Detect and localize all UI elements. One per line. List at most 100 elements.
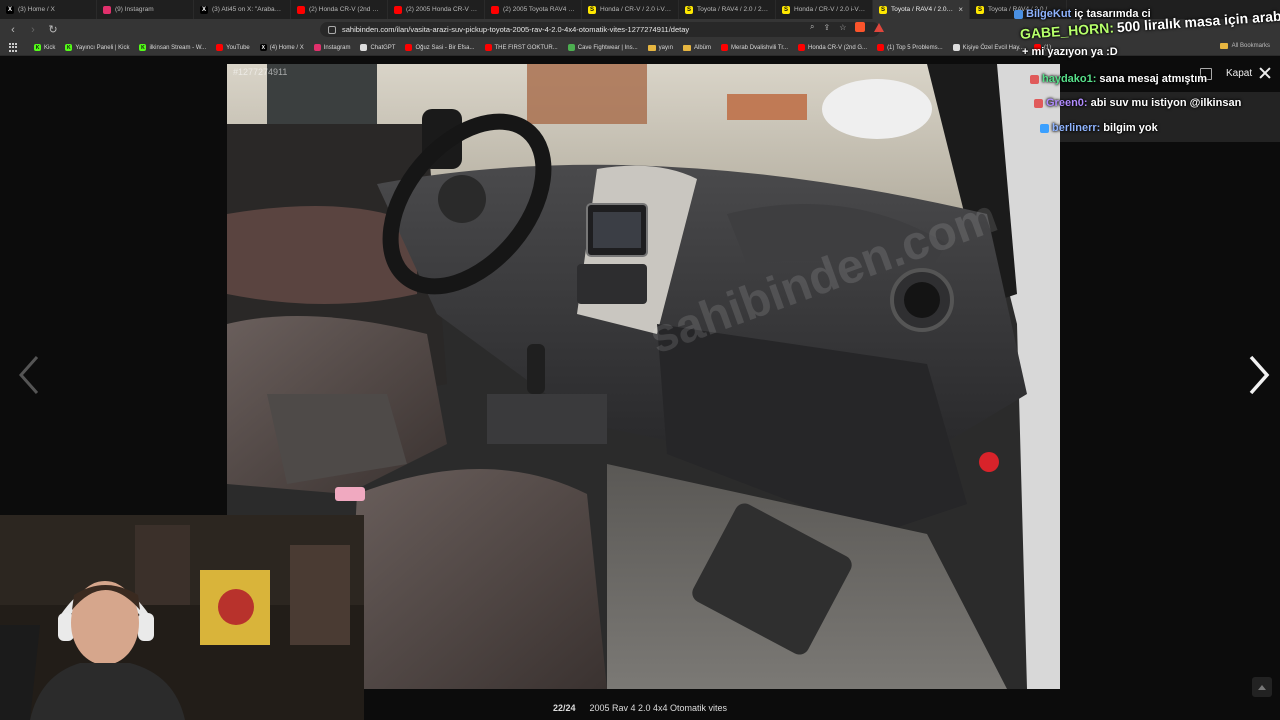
bookmark-favicon-icon — [567, 44, 575, 51]
bookmark-label: yayın — [658, 44, 673, 51]
bookmark-label: Cave Fightwear | Ins... — [577, 44, 638, 51]
tab-title: (9) Instagram — [115, 6, 154, 13]
listing-id: #1277274911 — [233, 67, 288, 77]
bookmark-item[interactable]: Merab Dvalishvili Tr... — [716, 44, 793, 51]
url-text: sahibinden.com/ilan/vasita-arazi-suv-pic… — [342, 25, 690, 34]
browser-tab[interactable]: (2) 2005 Toyota RAV4 II 2.0 — [485, 0, 582, 19]
bookmark-label: YouTube — [226, 44, 250, 51]
tab-close-icon[interactable]: × — [958, 5, 963, 14]
bookmark-favicon-icon — [405, 44, 413, 51]
youtube-icon — [297, 5, 305, 14]
sahibinden-icon: S — [782, 5, 790, 14]
bookmark-star-icon[interactable]: ☆ — [839, 23, 846, 32]
sahibinden-icon: S — [588, 5, 596, 14]
browser-tab[interactable]: (9) Instagram — [97, 0, 194, 19]
scroll-top-button[interactable] — [1252, 677, 1272, 697]
browser-tab[interactable]: X (3) Ati45 on X: "Arabanın al — [194, 0, 291, 19]
browser-tab[interactable]: S Honda / CR-V / 2.0 i-VTEC — [776, 0, 873, 19]
bookmark-item[interactable]: K Yayıncı Paneli | Kick — [60, 44, 134, 51]
bookmark-favicon-icon — [1033, 44, 1041, 51]
bookmark-favicon-icon — [721, 44, 729, 51]
bookmark-favicon-icon — [216, 44, 224, 51]
caret-up-icon — [1258, 684, 1266, 690]
bookmark-item[interactable]: K Kick — [29, 44, 60, 51]
bookmark-item[interactable]: Honda CR-V (2nd G... — [793, 44, 872, 51]
tab-title: Honda / CR-V / 2.0 i-VTEC — [600, 6, 672, 13]
bookmark-favicon-icon: K — [65, 44, 73, 51]
bookmark-favicon-icon: X — [259, 44, 267, 51]
bookmark-item[interactable]: Kişiye Özel Evcil Hay... — [948, 44, 1029, 51]
previous-image-button[interactable] — [14, 353, 44, 397]
brave-rewards-icon[interactable] — [874, 22, 885, 32]
apps-grid-icon[interactable] — [9, 42, 19, 53]
bookmark-favicon-icon: K — [139, 44, 147, 51]
browser-tab[interactable]: S Toyota / RAV4 / 2.0 / 2 × — [873, 0, 970, 19]
bookmark-label: (1) — [1043, 44, 1052, 51]
folder-icon — [683, 44, 691, 51]
sahibinden-icon: S — [976, 5, 984, 14]
streamer-webcam — [0, 515, 364, 720]
instagram-icon — [103, 5, 111, 14]
bookmark-item[interactable]: YouTube — [211, 44, 255, 51]
reload-button[interactable]: ↻ — [46, 23, 60, 37]
bookmark-item[interactable]: Albüm — [678, 44, 716, 51]
chevron-right-icon — [1249, 355, 1270, 395]
bookmark-label: Yayıncı Paneli | Kick — [75, 44, 130, 51]
tab-strip: X (3) Home / X (9) Instagram X (3) Ati45 on … — [0, 0, 1280, 19]
bookmark-label: (4) Home / X — [269, 44, 304, 51]
back-button[interactable]: ‹ — [6, 23, 20, 37]
fullscreen-icon[interactable] — [1200, 68, 1212, 80]
tab-title: (3) Ati45 on X: "Arabanın al — [212, 6, 284, 13]
bookmark-label: Kişiye Özel Evcil Hay... — [962, 44, 1024, 51]
bookmark-label: Oğuz Sasi - Bir Efsa... — [415, 44, 475, 51]
bookmark-item[interactable]: yayın — [643, 44, 678, 51]
browser-tab[interactable]: (2) Honda CR-V (2nd Gen) — [291, 0, 388, 19]
bookmark-item[interactable]: Instagram — [309, 44, 356, 51]
browser-tab[interactable]: S Honda / CR-V / 2.0 i-VTEC — [582, 0, 679, 19]
brave-shield-icon[interactable] — [855, 22, 866, 32]
bookmark-item[interactable]: Cave Fightwear | Ins... — [563, 44, 643, 51]
youtube-icon — [491, 5, 499, 14]
browser-tab[interactable]: S Toyota / RAV4 / 2.0 / 2004 — [679, 0, 776, 19]
bookmark-item[interactable]: Oğuz Sasi - Bir Efsa... — [400, 44, 479, 51]
bookmark-item[interactable]: (1) Top 5 Problems... — [872, 44, 948, 51]
chevron-left-icon — [18, 356, 39, 394]
bookmark-favicon-icon — [877, 44, 885, 51]
browser-tab[interactable]: S Toyota / RAV4 / 2.0 / — [970, 0, 1067, 19]
all-bookmarks-button[interactable]: All Bookmarks — [1219, 43, 1270, 49]
bookmark-favicon-icon — [360, 44, 368, 51]
tab-title: Toyota / RAV4 / 2.0 / 2004 — [697, 6, 769, 13]
bookmark-item[interactable]: Kilkinsan Stream - W... — [134, 44, 211, 51]
bookmark-favicon-icon: K — [34, 44, 41, 51]
close-label: Kapat — [1226, 67, 1253, 79]
url-field[interactable]: sahibinden.com/ilan/vasita-arazi-suv-pic… — [320, 22, 880, 37]
browser-tab[interactable]: X (3) Home / X — [0, 0, 97, 19]
tab-title: Toyota / RAV4 / 2.0 / 2 — [891, 6, 955, 13]
forward-button[interactable]: › — [26, 23, 40, 37]
bookmark-favicon-icon — [952, 44, 960, 51]
bookmark-item[interactable]: THE FIRST GOKTUR... — [480, 44, 563, 51]
bookmark-label: Kick — [44, 44, 56, 51]
image-caption: 2005 Rav 4 2.0 4x4 Otomatik vites — [589, 703, 728, 713]
close-viewer-button[interactable]: Kapat — [1226, 66, 1272, 80]
share-icon[interactable]: ⇪ — [823, 23, 830, 32]
bookmark-item[interactable]: X (4) Home / X — [255, 44, 309, 51]
address-actions: ⌕ ⇪ ☆ — [810, 22, 885, 32]
bookmark-favicon-icon — [798, 44, 806, 51]
site-info-icon[interactable] — [328, 25, 336, 34]
bookmark-favicon-icon — [313, 44, 321, 51]
folder-icon — [1219, 43, 1228, 49]
tab-title: (3) Home / X — [18, 6, 55, 13]
next-image-button[interactable] — [1244, 353, 1274, 397]
browser-tab[interactable]: (2) 2005 Honda CR-V LX A — [388, 0, 485, 19]
tab-title: (2) Honda CR-V (2nd Gen) — [309, 6, 381, 13]
tab-title: Honda / CR-V / 2.0 i-VTEC — [794, 6, 866, 13]
tab-title: (2) 2005 Toyota RAV4 II 2.0 — [503, 6, 575, 13]
image-counter: 22/24 — [552, 703, 576, 713]
bookmark-label: ChatGPT — [370, 44, 396, 51]
all-bookmarks-label: All Bookmarks — [1231, 43, 1270, 49]
bookmark-favicon-icon — [484, 44, 492, 51]
bookmark-item[interactable]: ChatGPT — [355, 44, 400, 51]
bookmark-item[interactable]: (1) — [1029, 44, 1056, 51]
zoom-icon[interactable]: ⌕ — [810, 22, 814, 32]
